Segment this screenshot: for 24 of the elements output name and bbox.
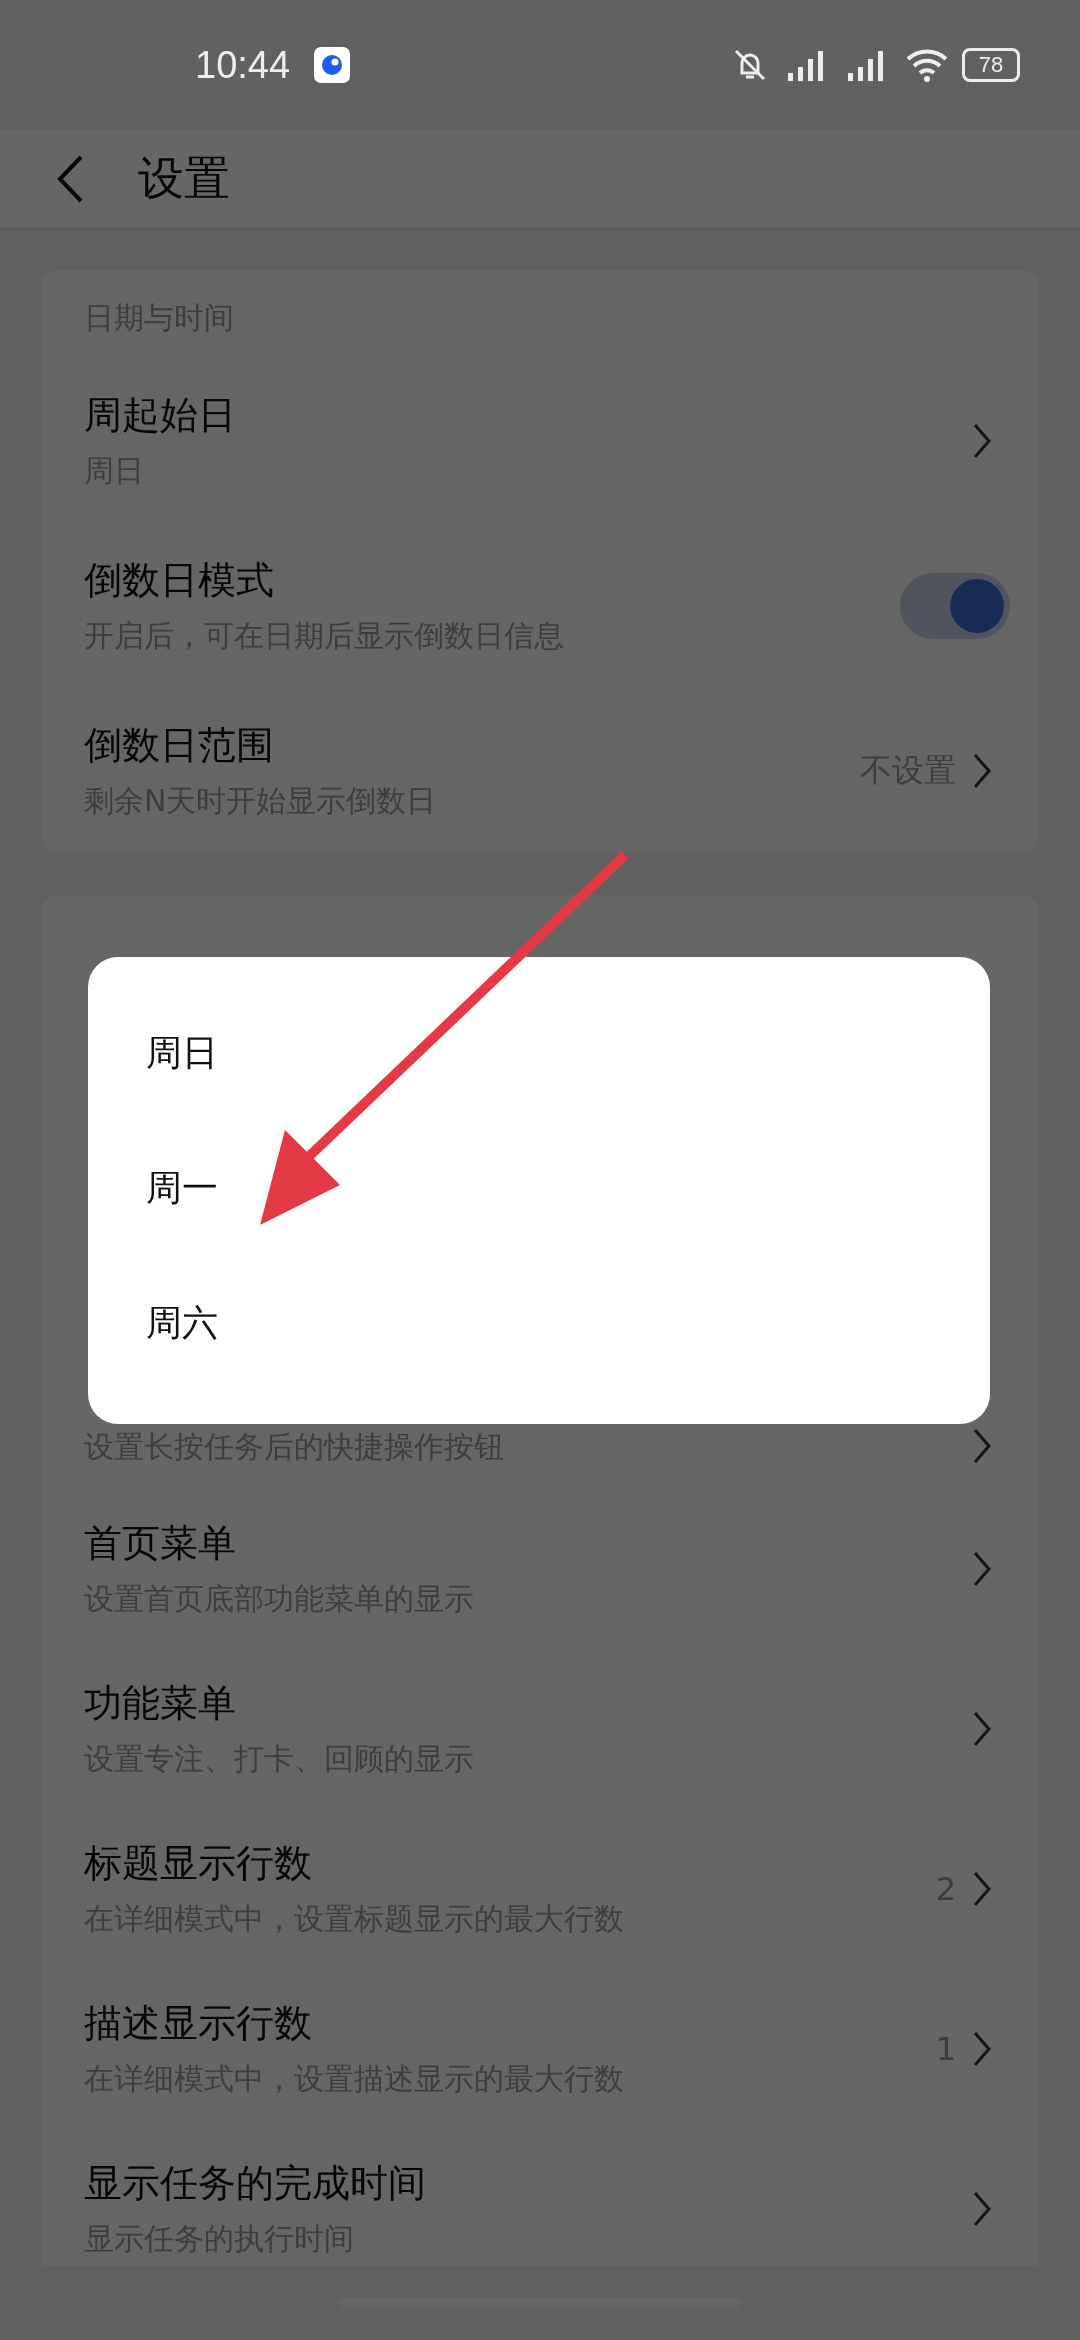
setting-title: 倒数日范围 <box>84 721 275 769</box>
chevron-icon[interactable] <box>972 2190 992 2228</box>
battery-indicator: 78 <box>962 48 1020 82</box>
chevron-icon[interactable] <box>972 1427 992 1465</box>
app-notification-icon <box>314 47 351 83</box>
setting-title: 描述显示行数 <box>84 2000 313 2047</box>
status-time: 10:44 <box>195 43 291 87</box>
setting-title: 显示任务的完成时间 <box>84 2160 427 2207</box>
setting-title: 周起始日 <box>84 391 237 439</box>
back-icon[interactable] <box>55 154 85 204</box>
chevron-icon[interactable] <box>972 751 992 790</box>
page-title: 设置 <box>138 150 230 207</box>
setting-title: 标题显示行数 <box>84 1840 313 1887</box>
chevron-icon[interactable] <box>972 1710 992 1748</box>
setting-title: 首页菜单 <box>84 1520 237 1567</box>
dialog-option[interactable]: 周日 <box>88 1005 990 1140</box>
chevron-icon[interactable] <box>972 2030 992 2068</box>
chevron-icon[interactable] <box>972 421 992 460</box>
dialog-option[interactable]: 周六 <box>88 1275 990 1410</box>
dialog-option[interactable]: 周一 <box>88 1140 990 1275</box>
chevron-icon[interactable] <box>972 1870 992 1908</box>
setting-title: 功能菜单 <box>84 1680 237 1727</box>
setting-title: 倒数日模式 <box>84 556 275 604</box>
chevron-icon[interactable] <box>972 1550 992 1588</box>
